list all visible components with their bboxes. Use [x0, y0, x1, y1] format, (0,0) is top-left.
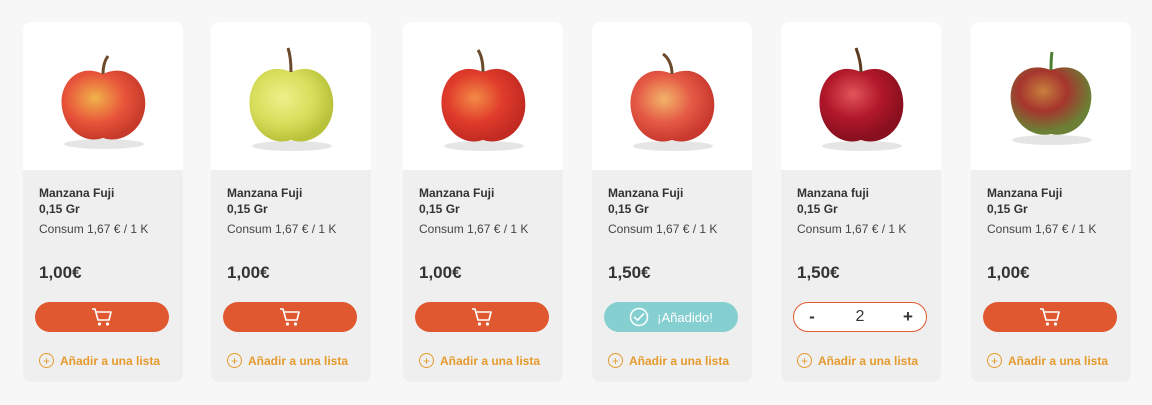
apple-image — [249, 47, 334, 151]
product-price: 1,50€ — [797, 263, 840, 282]
product-card[interactable]: Manzana Fuji 0,15 Gr Consum 1,67 € / 1 K… — [971, 22, 1131, 382]
unit-price: Consum 1,67 € / 1 K — [39, 222, 149, 236]
product-image[interactable] — [211, 22, 371, 170]
product-weight: 0,15 Gr — [39, 202, 80, 216]
apple-image — [61, 55, 146, 149]
plus-circle-icon: + — [987, 353, 1002, 368]
product-name: Manzana Fuji — [608, 186, 684, 200]
product-weight: 0,15 Gr — [987, 202, 1028, 216]
product-name: Manzana Fuji — [987, 186, 1063, 200]
cart-icon — [92, 308, 112, 326]
product-weight: 0,15 Gr — [797, 202, 838, 216]
add-to-list-label: Añadir a una lista — [818, 353, 919, 368]
plus-circle-icon: + — [227, 353, 242, 368]
unit-price: Consum 1,67 € / 1 K — [227, 222, 337, 236]
plus-circle-icon: + — [419, 353, 434, 368]
product-card[interactable]: Manzana Fuji 0,15 Gr Consum 1,67 € / 1 K… — [403, 22, 563, 382]
product-name: Manzana Fuji — [419, 186, 495, 200]
product-name: Manzana Fuji — [227, 186, 303, 200]
product-image[interactable] — [781, 22, 941, 170]
apple-image — [819, 47, 904, 151]
add-to-list-label: Añadir a una lista — [440, 353, 541, 368]
add-to-list-label: Añadir a una lista — [629, 353, 730, 368]
unit-price: Consum 1,67 € / 1 K — [797, 222, 907, 236]
product-name: Manzana Fuji — [39, 186, 115, 200]
add-to-list-label: Añadir a una lista — [60, 353, 161, 368]
add-to-list-link[interactable]: + Añadir a una lista — [987, 353, 1108, 368]
product-price: 1,00€ — [987, 263, 1030, 282]
add-to-list-link[interactable]: + Añadir a una lista — [419, 353, 540, 368]
added-button[interactable]: ¡Añadido! — [604, 302, 738, 332]
cart-icon — [472, 308, 492, 326]
decrement-button[interactable]: - — [804, 307, 820, 327]
cart-icon — [280, 308, 300, 326]
add-to-list-label: Añadir a una lista — [1008, 353, 1109, 368]
product-weight: 0,15 Gr — [419, 202, 460, 216]
apple-image — [1010, 51, 1092, 145]
add-to-cart-button[interactable] — [415, 302, 549, 332]
product-weight: 0,15 Gr — [227, 202, 268, 216]
plus-circle-icon: + — [608, 353, 623, 368]
add-to-cart-button[interactable] — [983, 302, 1117, 332]
product-card[interactable]: Manzana Fuji 0,15 Gr Consum 1,67 € / 1 K… — [211, 22, 371, 382]
product-price: 1,50€ — [608, 263, 651, 282]
plus-circle-icon: + — [39, 353, 54, 368]
product-price: 1,00€ — [227, 263, 270, 282]
unit-price: Consum 1,67 € / 1 K — [608, 222, 718, 236]
apple-image — [630, 52, 715, 151]
product-row: Manzana Fuji 0,15 Gr Consum 1,67 € / 1 K… — [0, 0, 1152, 405]
add-to-cart-button[interactable] — [35, 302, 169, 332]
plus-circle-icon: + — [797, 353, 812, 368]
add-to-cart-button[interactable] — [223, 302, 357, 332]
added-label: ¡Añadido! — [657, 309, 713, 325]
product-price: 1,00€ — [419, 263, 462, 282]
unit-price: Consum 1,67 € / 1 K — [987, 222, 1097, 236]
add-to-list-link[interactable]: + Añadir a una lista — [608, 353, 729, 368]
quantity-stepper[interactable]: - 2 + — [793, 302, 927, 332]
product-weight: 0,15 Gr — [608, 202, 649, 216]
unit-price: Consum 1,67 € / 1 K — [419, 222, 529, 236]
product-image[interactable] — [23, 22, 183, 170]
apple-image — [441, 49, 526, 151]
product-image[interactable] — [971, 22, 1131, 170]
product-card[interactable]: Manzana Fuji 0,15 Gr Consum 1,67 € / 1 K… — [592, 22, 752, 382]
add-to-list-label: Añadir a una lista — [248, 353, 349, 368]
add-to-list-link[interactable]: + Añadir a una lista — [797, 353, 918, 368]
product-image[interactable] — [403, 22, 563, 170]
check-circle-icon — [629, 307, 649, 327]
product-card[interactable]: Manzana fuji 0,15 Gr Consum 1,67 € / 1 K… — [781, 22, 941, 382]
product-card[interactable]: Manzana Fuji 0,15 Gr Consum 1,67 € / 1 K… — [23, 22, 183, 382]
product-image[interactable] — [592, 22, 752, 170]
increment-button[interactable]: + — [900, 307, 916, 327]
product-price: 1,00€ — [39, 263, 82, 282]
add-to-list-link[interactable]: + Añadir a una lista — [227, 353, 348, 368]
quantity-value: 2 — [855, 308, 865, 325]
add-to-list-link[interactable]: + Añadir a una lista — [39, 353, 160, 368]
cart-icon — [1040, 308, 1060, 326]
product-name: Manzana fuji — [797, 186, 870, 200]
